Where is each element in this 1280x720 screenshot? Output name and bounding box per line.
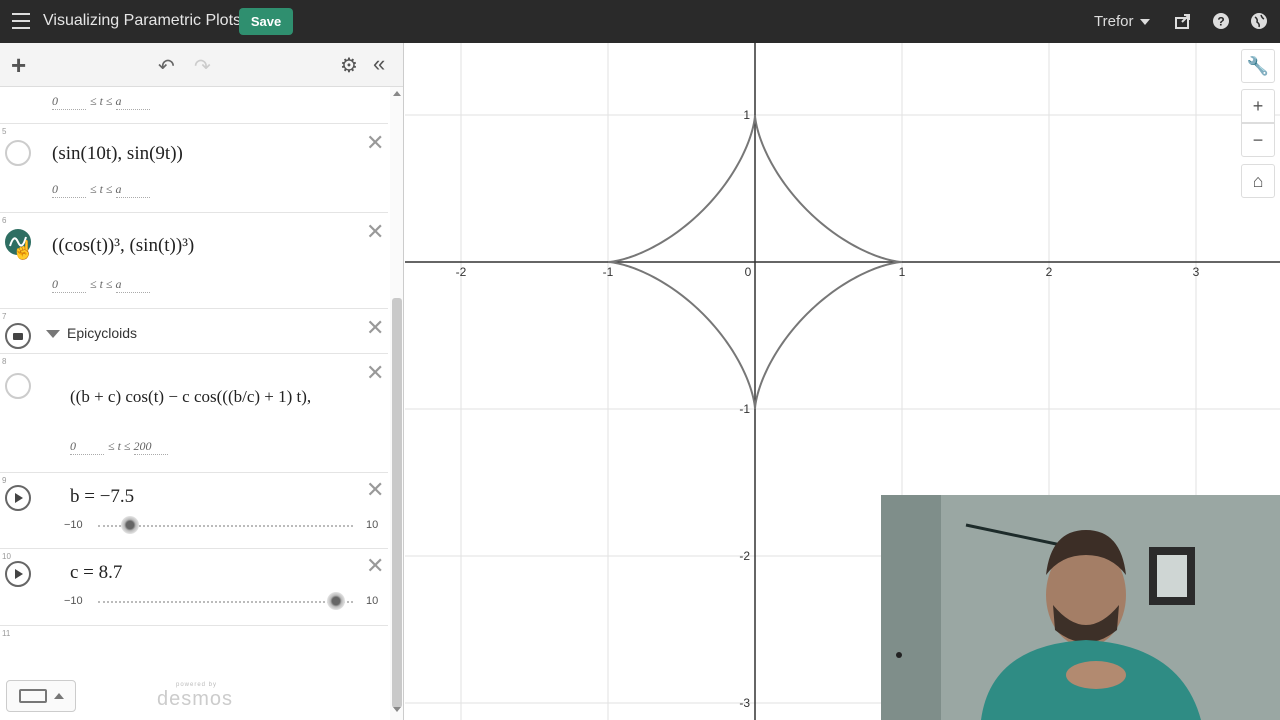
zoom-out-button[interactable]: − <box>1241 123 1275 157</box>
y-tick-label: -3 <box>739 696 750 710</box>
wrench-icon[interactable]: 🔧 <box>1241 49 1275 83</box>
row-number: 6 <box>2 216 7 225</box>
domain-row-6[interactable]: 0 ≤ t ≤ a <box>52 277 154 293</box>
desmos-logo: desmos <box>157 688 234 710</box>
presenter-video <box>881 495 1280 720</box>
user-menu[interactable]: Trefor <box>1094 13 1133 30</box>
zoom-in-button[interactable]: + <box>1241 89 1275 123</box>
x-tick-label: 1 <box>899 265 906 279</box>
scroll-up-arrow-icon[interactable] <box>393 91 401 96</box>
domain-max[interactable]: a <box>115 94 150 110</box>
home-icon[interactable]: ⌂ <box>1241 164 1275 198</box>
close-icon[interactable]: ✕ <box>366 555 384 577</box>
expression-row-11-empty[interactable]: 11 <box>0 627 388 667</box>
row-number: 9 <box>2 476 7 485</box>
row-number: 8 <box>2 357 7 366</box>
close-icon[interactable]: ✕ <box>366 479 384 501</box>
close-icon[interactable]: ✕ <box>366 317 384 339</box>
expression-row-5[interactable]: 5 (sin(10t), sin(9t)) 0 ≤ t ≤ a ✕ <box>0 125 388 213</box>
keyboard-toggle-button[interactable] <box>6 680 76 712</box>
keyboard-icon <box>19 689 47 703</box>
expression-math[interactable]: c = 8.7 <box>70 562 122 584</box>
expression-math[interactable]: ((b + c) cos(t) − c cos(((b/c) + 1) t), <box>70 387 311 407</box>
x-tick-label: 0 <box>745 265 752 279</box>
play-icon[interactable] <box>5 485 31 511</box>
expression-math[interactable]: b = −7.5 <box>70 486 134 508</box>
expression-row-8[interactable]: 8 ((b + c) cos(t) − c cos(((b/c) + 1) t)… <box>0 355 388 473</box>
row-number: 11 <box>2 629 11 638</box>
chevron-up-icon <box>54 693 64 699</box>
slider-min[interactable]: −10 <box>64 519 83 531</box>
plus-icon[interactable]: + <box>11 52 26 78</box>
domain-op: ≤ t ≤ <box>108 439 131 453</box>
folder-collapse-icon[interactable] <box>46 330 60 338</box>
visibility-toggle-icon[interactable] <box>5 140 31 166</box>
slider-max[interactable]: 10 <box>366 595 378 607</box>
close-icon[interactable]: ✕ <box>366 362 384 384</box>
folder-label[interactable]: Epicycloids <box>67 325 137 341</box>
slider-handle[interactable] <box>327 592 346 610</box>
slider-max[interactable]: 10 <box>366 519 378 531</box>
domain-min[interactable]: 0 <box>52 182 86 198</box>
domain-op: ≤ t ≤ <box>90 277 113 291</box>
domain-max[interactable]: 200 <box>133 439 168 455</box>
redo-icon[interactable]: ↷ <box>194 54 211 79</box>
y-tick-label: 1 <box>743 108 750 122</box>
scroll-down-arrow-icon[interactable] <box>393 707 401 712</box>
expression-row-6[interactable]: 6 ☝ ((cos(t))³, (sin(t))³) 0 ≤ t ≤ a ✕ <box>0 214 388 309</box>
undo-icon[interactable]: ↶ <box>158 54 175 79</box>
row-number: 5 <box>2 127 7 136</box>
close-icon[interactable]: ✕ <box>366 221 384 243</box>
expression-row-4[interactable]: 0 ≤ t ≤ a <box>0 87 388 124</box>
expression-row-9-slider[interactable]: 9 b = −7.5 −10 10 ✕ <box>0 474 388 549</box>
hamburger-icon[interactable] <box>12 13 30 29</box>
domain-min[interactable]: 0 <box>52 277 86 293</box>
top-bar: Visualizing Parametric Plots Save Trefor… <box>0 0 1280 43</box>
mouse-cursor-icon: ☝ <box>12 240 35 260</box>
x-tick-label: -1 <box>603 265 614 279</box>
row-number: 7 <box>2 312 7 321</box>
gear-icon[interactable]: ⚙ <box>340 53 358 78</box>
domain-max[interactable]: a <box>115 182 150 198</box>
y-tick-label: -1 <box>739 402 750 416</box>
slider-track[interactable] <box>98 601 353 603</box>
domain-row-8[interactable]: 0 ≤ t ≤ 200 <box>70 439 172 455</box>
expression-math[interactable]: (sin(10t), sin(9t)) <box>52 143 183 165</box>
expression-toolbar: + ↶ ↷ ⚙ « <box>0 43 403 87</box>
domain-row-5[interactable]: 0 ≤ t ≤ a <box>52 182 154 198</box>
domain-min[interactable]: 0 <box>70 439 104 455</box>
webcam-overlay <box>881 495 1280 720</box>
help-icon[interactable]: ? <box>1212 12 1230 30</box>
scrollbar-thumb[interactable] <box>392 298 402 708</box>
expression-footer: powered by desmos <box>0 676 390 720</box>
expression-panel: + ↶ ↷ ⚙ « 0 ≤ t ≤ a 5 (sin(10t), sin(9t))… <box>0 43 404 720</box>
chevron-down-icon[interactable] <box>1140 19 1150 25</box>
expression-row-10-slider[interactable]: 10 c = 8.7 −10 10 ✕ <box>0 550 388 626</box>
domain-op: ≤ t ≤ <box>90 182 113 196</box>
domain-min[interactable]: 0 <box>52 94 86 110</box>
double-chevron-left-icon[interactable]: « <box>373 51 385 77</box>
globe-icon[interactable] <box>1250 12 1268 30</box>
close-icon[interactable]: ✕ <box>366 132 384 154</box>
save-button[interactable]: Save <box>239 8 293 35</box>
slider-min[interactable]: −10 <box>64 595 83 607</box>
svg-text:?: ? <box>1217 15 1224 29</box>
play-icon[interactable] <box>5 561 31 587</box>
x-tick-label: -2 <box>456 265 467 279</box>
expression-row-7-folder[interactable]: 7 Epicycloids ✕ <box>0 310 388 354</box>
row-number: 10 <box>2 552 11 561</box>
visibility-toggle-icon[interactable] <box>5 373 31 399</box>
slider-handle[interactable] <box>120 516 139 534</box>
domain-row-4[interactable]: 0 ≤ t ≤ a <box>52 94 154 110</box>
y-tick-label: -2 <box>739 549 750 563</box>
domain-max[interactable]: a <box>115 277 150 293</box>
folder-icon[interactable] <box>5 323 31 349</box>
graph-title[interactable]: Visualizing Parametric Plots <box>43 12 241 30</box>
expression-math[interactable]: ((cos(t))³, (sin(t))³) <box>52 235 194 257</box>
share-icon[interactable] <box>1174 12 1192 30</box>
domain-op: ≤ t ≤ <box>90 94 113 108</box>
x-tick-label: 3 <box>1193 265 1200 279</box>
x-tick-label: 2 <box>1046 265 1053 279</box>
